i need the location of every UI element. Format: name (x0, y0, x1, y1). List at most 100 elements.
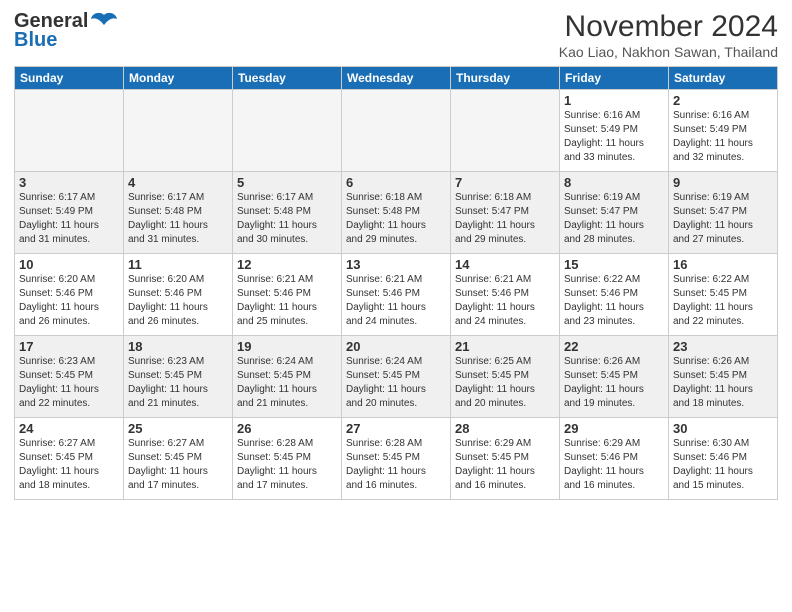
day-info: Sunrise: 6:17 AM Sunset: 5:48 PM Dayligh… (237, 191, 337, 247)
day-number: 5 (237, 175, 337, 190)
calendar-cell: 13Sunrise: 6:21 AM Sunset: 5:46 PM Dayli… (342, 254, 451, 336)
day-number: 6 (346, 175, 446, 190)
day-info: Sunrise: 6:21 AM Sunset: 5:46 PM Dayligh… (455, 273, 555, 329)
weekday-friday: Friday (560, 67, 669, 90)
calendar-week-1: 1Sunrise: 6:16 AM Sunset: 5:49 PM Daylig… (15, 90, 778, 172)
day-number: 11 (128, 257, 228, 272)
day-number: 10 (19, 257, 119, 272)
day-number: 24 (19, 421, 119, 436)
day-number: 14 (455, 257, 555, 272)
day-number: 4 (128, 175, 228, 190)
day-number: 23 (673, 339, 773, 354)
calendar-cell: 19Sunrise: 6:24 AM Sunset: 5:45 PM Dayli… (233, 336, 342, 418)
calendar-cell: 6Sunrise: 6:18 AM Sunset: 5:48 PM Daylig… (342, 172, 451, 254)
day-number: 19 (237, 339, 337, 354)
day-number: 2 (673, 93, 773, 108)
day-number: 8 (564, 175, 664, 190)
day-number: 28 (455, 421, 555, 436)
calendar-cell: 30Sunrise: 6:30 AM Sunset: 5:46 PM Dayli… (669, 418, 778, 500)
calendar-cell: 20Sunrise: 6:24 AM Sunset: 5:45 PM Dayli… (342, 336, 451, 418)
day-number: 3 (19, 175, 119, 190)
calendar-cell: 27Sunrise: 6:28 AM Sunset: 5:45 PM Dayli… (342, 418, 451, 500)
day-number: 26 (237, 421, 337, 436)
day-info: Sunrise: 6:19 AM Sunset: 5:47 PM Dayligh… (673, 191, 773, 247)
day-info: Sunrise: 6:23 AM Sunset: 5:45 PM Dayligh… (19, 355, 119, 411)
weekday-monday: Monday (124, 67, 233, 90)
calendar-cell: 8Sunrise: 6:19 AM Sunset: 5:47 PM Daylig… (560, 172, 669, 254)
day-number: 7 (455, 175, 555, 190)
weekday-sunday: Sunday (15, 67, 124, 90)
day-info: Sunrise: 6:17 AM Sunset: 5:49 PM Dayligh… (19, 191, 119, 247)
calendar-page: General Blue November 2024 Kao Liao, Nak… (0, 0, 792, 612)
day-number: 20 (346, 339, 446, 354)
weekday-thursday: Thursday (451, 67, 560, 90)
day-info: Sunrise: 6:16 AM Sunset: 5:49 PM Dayligh… (673, 109, 773, 165)
calendar-cell (124, 90, 233, 172)
day-info: Sunrise: 6:24 AM Sunset: 5:45 PM Dayligh… (346, 355, 446, 411)
location: Kao Liao, Nakhon Sawan, Thailand (559, 44, 778, 60)
calendar-cell: 26Sunrise: 6:28 AM Sunset: 5:45 PM Dayli… (233, 418, 342, 500)
day-number: 16 (673, 257, 773, 272)
calendar-cell: 25Sunrise: 6:27 AM Sunset: 5:45 PM Dayli… (124, 418, 233, 500)
day-info: Sunrise: 6:29 AM Sunset: 5:45 PM Dayligh… (455, 437, 555, 493)
month-year: November 2024 (559, 10, 778, 44)
calendar-cell: 3Sunrise: 6:17 AM Sunset: 5:49 PM Daylig… (15, 172, 124, 254)
calendar-cell (15, 90, 124, 172)
day-number: 30 (673, 421, 773, 436)
day-info: Sunrise: 6:22 AM Sunset: 5:46 PM Dayligh… (564, 273, 664, 329)
day-info: Sunrise: 6:16 AM Sunset: 5:49 PM Dayligh… (564, 109, 664, 165)
weekday-wednesday: Wednesday (342, 67, 451, 90)
calendar-cell: 1Sunrise: 6:16 AM Sunset: 5:49 PM Daylig… (560, 90, 669, 172)
calendar-cell: 2Sunrise: 6:16 AM Sunset: 5:49 PM Daylig… (669, 90, 778, 172)
day-info: Sunrise: 6:27 AM Sunset: 5:45 PM Dayligh… (19, 437, 119, 493)
calendar-cell: 10Sunrise: 6:20 AM Sunset: 5:46 PM Dayli… (15, 254, 124, 336)
calendar-cell: 16Sunrise: 6:22 AM Sunset: 5:45 PM Dayli… (669, 254, 778, 336)
day-number: 17 (19, 339, 119, 354)
calendar-week-2: 3Sunrise: 6:17 AM Sunset: 5:49 PM Daylig… (15, 172, 778, 254)
day-info: Sunrise: 6:20 AM Sunset: 5:46 PM Dayligh… (19, 273, 119, 329)
weekday-tuesday: Tuesday (233, 67, 342, 90)
day-info: Sunrise: 6:26 AM Sunset: 5:45 PM Dayligh… (673, 355, 773, 411)
calendar-cell: 17Sunrise: 6:23 AM Sunset: 5:45 PM Dayli… (15, 336, 124, 418)
calendar-table: SundayMondayTuesdayWednesdayThursdayFrid… (14, 66, 778, 500)
logo-bird-icon (90, 11, 118, 33)
day-info: Sunrise: 6:17 AM Sunset: 5:48 PM Dayligh… (128, 191, 228, 247)
day-number: 29 (564, 421, 664, 436)
day-info: Sunrise: 6:18 AM Sunset: 5:48 PM Dayligh… (346, 191, 446, 247)
header: General Blue November 2024 Kao Liao, Nak… (14, 10, 778, 60)
day-number: 15 (564, 257, 664, 272)
calendar-cell: 9Sunrise: 6:19 AM Sunset: 5:47 PM Daylig… (669, 172, 778, 254)
day-number: 22 (564, 339, 664, 354)
calendar-cell (451, 90, 560, 172)
day-info: Sunrise: 6:20 AM Sunset: 5:46 PM Dayligh… (128, 273, 228, 329)
day-info: Sunrise: 6:24 AM Sunset: 5:45 PM Dayligh… (237, 355, 337, 411)
calendar-cell: 21Sunrise: 6:25 AM Sunset: 5:45 PM Dayli… (451, 336, 560, 418)
weekday-header-row: SundayMondayTuesdayWednesdayThursdayFrid… (15, 67, 778, 90)
day-info: Sunrise: 6:29 AM Sunset: 5:46 PM Dayligh… (564, 437, 664, 493)
calendar-cell: 11Sunrise: 6:20 AM Sunset: 5:46 PM Dayli… (124, 254, 233, 336)
day-info: Sunrise: 6:25 AM Sunset: 5:45 PM Dayligh… (455, 355, 555, 411)
calendar-cell: 4Sunrise: 6:17 AM Sunset: 5:48 PM Daylig… (124, 172, 233, 254)
day-info: Sunrise: 6:26 AM Sunset: 5:45 PM Dayligh… (564, 355, 664, 411)
day-number: 13 (346, 257, 446, 272)
logo-blue: Blue (14, 29, 57, 52)
day-info: Sunrise: 6:23 AM Sunset: 5:45 PM Dayligh… (128, 355, 228, 411)
calendar-cell (233, 90, 342, 172)
day-info: Sunrise: 6:30 AM Sunset: 5:46 PM Dayligh… (673, 437, 773, 493)
day-number: 21 (455, 339, 555, 354)
calendar-cell: 29Sunrise: 6:29 AM Sunset: 5:46 PM Dayli… (560, 418, 669, 500)
day-info: Sunrise: 6:28 AM Sunset: 5:45 PM Dayligh… (237, 437, 337, 493)
day-number: 25 (128, 421, 228, 436)
day-info: Sunrise: 6:22 AM Sunset: 5:45 PM Dayligh… (673, 273, 773, 329)
calendar-cell: 5Sunrise: 6:17 AM Sunset: 5:48 PM Daylig… (233, 172, 342, 254)
calendar-cell: 14Sunrise: 6:21 AM Sunset: 5:46 PM Dayli… (451, 254, 560, 336)
day-number: 1 (564, 93, 664, 108)
day-info: Sunrise: 6:21 AM Sunset: 5:46 PM Dayligh… (346, 273, 446, 329)
calendar-cell: 24Sunrise: 6:27 AM Sunset: 5:45 PM Dayli… (15, 418, 124, 500)
calendar-cell: 15Sunrise: 6:22 AM Sunset: 5:46 PM Dayli… (560, 254, 669, 336)
day-info: Sunrise: 6:19 AM Sunset: 5:47 PM Dayligh… (564, 191, 664, 247)
title-block: November 2024 Kao Liao, Nakhon Sawan, Th… (559, 10, 778, 60)
day-info: Sunrise: 6:28 AM Sunset: 5:45 PM Dayligh… (346, 437, 446, 493)
day-info: Sunrise: 6:27 AM Sunset: 5:45 PM Dayligh… (128, 437, 228, 493)
day-info: Sunrise: 6:21 AM Sunset: 5:46 PM Dayligh… (237, 273, 337, 329)
